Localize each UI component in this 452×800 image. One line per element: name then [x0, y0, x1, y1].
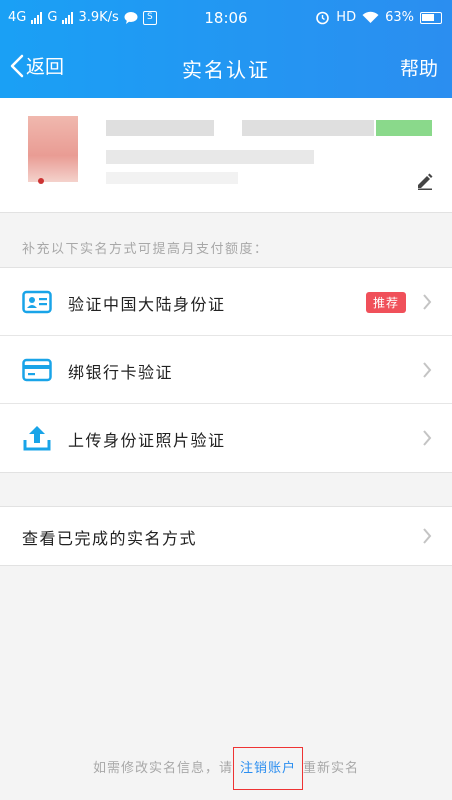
blurred-detail-2	[106, 172, 238, 184]
cancel-account-link[interactable]: 注销账户	[232, 747, 303, 790]
verify-id-card-item[interactable]: 验证中国大陆身份证 推荐	[0, 268, 452, 336]
blurred-tag	[376, 120, 432, 136]
footer-prefix: 如需修改实名信息，请	[92, 761, 233, 776]
verify-upload-photo-item[interactable]: 上传身份证照片验证	[0, 404, 452, 472]
alarm-icon	[316, 11, 330, 25]
wifi-icon	[362, 11, 379, 23]
battery-icon	[420, 11, 442, 24]
profile-card	[0, 98, 452, 213]
chevron-right-icon	[423, 362, 432, 378]
footer-suffix: 重新实名	[303, 761, 360, 776]
view-completed-label: 查看已完成的实名方式	[22, 529, 198, 548]
recommend-badge: 推荐	[365, 292, 406, 313]
completed-methods-group: 查看已完成的实名方式	[0, 506, 452, 566]
view-completed-item[interactable]: 查看已完成的实名方式	[0, 507, 452, 565]
chevron-right-icon	[423, 294, 432, 310]
chevron-right-icon	[423, 430, 432, 446]
hd-label: HD	[336, 10, 357, 25]
bank-card-icon	[22, 358, 52, 382]
footer-note: 如需修改实名信息，请 注销账户 重新实名	[0, 747, 452, 790]
status-right: HD 63%	[315, 10, 442, 25]
blurred-name	[106, 120, 214, 136]
chevron-right-icon	[423, 528, 432, 544]
nav-bar: 返回 实名认证 帮助	[0, 38, 452, 98]
blurred-account	[242, 120, 374, 136]
edit-icon[interactable]	[416, 172, 434, 190]
battery-percent: 63%	[385, 10, 414, 25]
help-button[interactable]: 帮助	[400, 54, 438, 81]
status-bar: 4G G 3.9K/s S 18:06 HD 63%	[0, 0, 452, 38]
verify-options-list: 验证中国大陆身份证 推荐 绑银行卡验证 上传身份证照片验证	[0, 267, 452, 473]
verify-id-card-label: 验证中国大陆身份证	[68, 295, 226, 314]
avatar	[28, 116, 78, 184]
hint-text: 补充以下实名方式可提高月支付额度：	[22, 242, 269, 257]
id-card-icon	[22, 290, 52, 314]
blurred-detail-1	[106, 150, 314, 164]
verify-bank-card-item[interactable]: 绑银行卡验证	[0, 336, 452, 404]
upload-icon	[23, 426, 51, 451]
verify-bank-card-label: 绑银行卡验证	[68, 363, 174, 382]
page-title: 实名认证	[182, 58, 270, 82]
verify-upload-photo-label: 上传身份证照片验证	[68, 431, 226, 450]
